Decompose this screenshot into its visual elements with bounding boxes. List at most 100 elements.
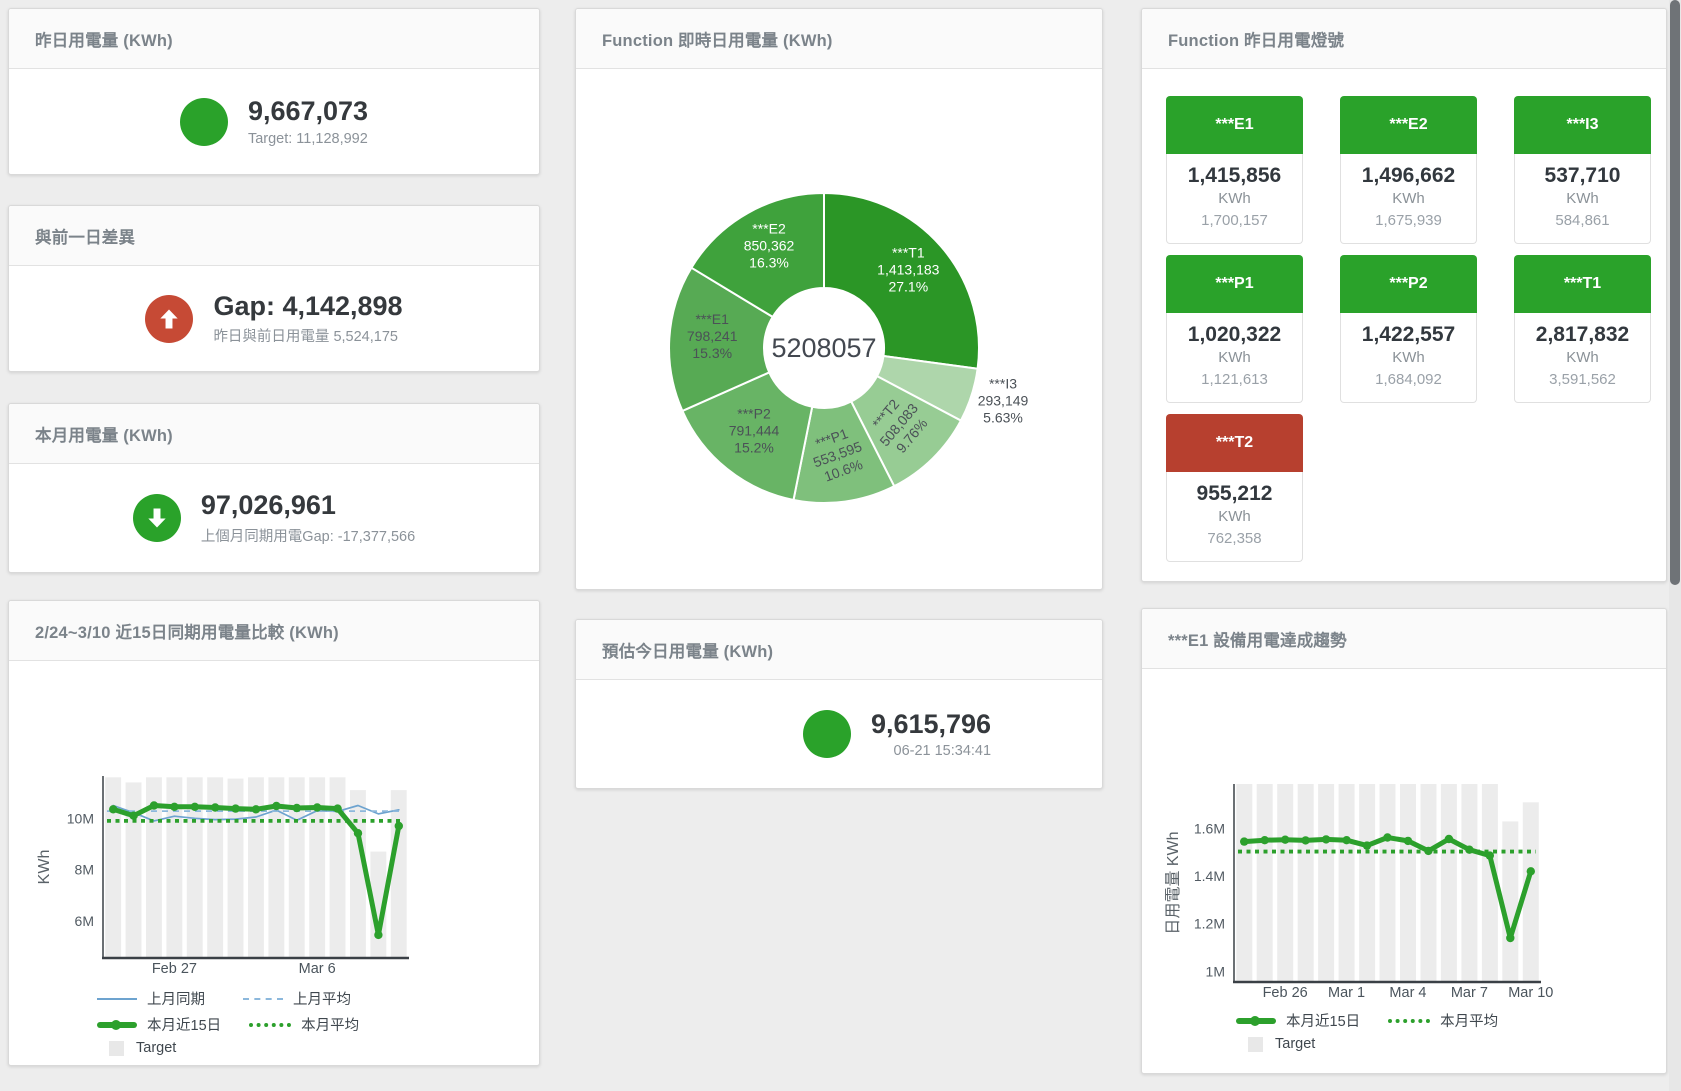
- scrollbar-track[interactable]: [1669, 0, 1681, 1091]
- tile-unit: KWh: [1519, 188, 1646, 210]
- target-swatch-icon: [1248, 1037, 1263, 1052]
- panel-estimate-today: 預估今日用電量 (KWh) 9,615,796 06-21 15:34:41: [575, 619, 1103, 789]
- green-line-swatch-icon: [97, 1022, 137, 1028]
- panel-lights: Function 昨日用電燈號 ***E1 1,415,856 KWh 1,70…: [1141, 8, 1667, 582]
- panel-header: 與前一日差異: [9, 206, 539, 266]
- svg-text:27.1%: 27.1%: [888, 278, 928, 294]
- kpi-subtitle: 昨日與前日用電量 5,524,175: [213, 325, 402, 346]
- svg-text:Mar 10: Mar 10: [1508, 985, 1553, 1001]
- svg-text:1.2M: 1.2M: [1194, 916, 1225, 932]
- panel-title: 預估今日用電量 (KWh): [602, 638, 773, 662]
- tile-target: 584,861: [1519, 210, 1646, 232]
- kpi-value: 9,667,073: [248, 96, 368, 127]
- lights-grid: ***E1 1,415,856 KWh 1,700,157 ***E2 1,49…: [1166, 96, 1651, 562]
- legend-row: 本月近15日 本月平均: [97, 1014, 367, 1035]
- legend-item: 本月近15日: [97, 1014, 221, 1035]
- panel-title: Function 昨日用電燈號: [1168, 27, 1344, 51]
- scrollbar-thumb[interactable]: [1670, 0, 1680, 585]
- legend-row: Target: [1236, 1036, 1506, 1052]
- chart-legend: 本月近15日 本月平均 Target: [1236, 1010, 1506, 1052]
- tile-target: 1,700,157: [1171, 210, 1298, 232]
- panel-title: 與前一日差異: [35, 224, 135, 248]
- light-tile-i3: ***I3 537,710 KWh 584,861: [1514, 96, 1651, 244]
- tile-value: 1,020,322: [1171, 322, 1298, 347]
- panel-title: Function 即時日用電量 (KWh): [602, 27, 833, 51]
- tile-unit: KWh: [1171, 188, 1298, 210]
- status-circle-icon: [803, 710, 851, 758]
- panel-header: 預估今日用電量 (KWh): [576, 620, 1102, 680]
- tile-header: ***T2: [1166, 414, 1303, 472]
- tile-unit: KWh: [1171, 347, 1298, 369]
- status-circle-icon: [180, 98, 228, 146]
- legend-label: 本月近15日: [1286, 1010, 1360, 1031]
- svg-text:15.2%: 15.2%: [734, 439, 774, 455]
- light-tile-p1: ***P1 1,020,322 KWh 1,121,613: [1166, 255, 1303, 403]
- tile-value: 537,710: [1519, 163, 1646, 188]
- tile-unit: KWh: [1171, 506, 1298, 528]
- arrow-down-icon: [133, 494, 181, 542]
- kpi-row: 9,667,073 Target: 11,128,992: [9, 69, 539, 174]
- svg-text:日用電量 KWh: 日用電量 KWh: [1165, 831, 1182, 934]
- tile-target: 1,121,613: [1171, 369, 1298, 391]
- legend-label: Target: [136, 1040, 176, 1056]
- panel-title: ***E1 設備用電達成趨勢: [1168, 627, 1347, 651]
- svg-text:***I3: ***I3: [989, 376, 1017, 392]
- kpi-row: 9,615,796 06-21 15:34:41: [634, 680, 1160, 788]
- green-dotted-swatch-icon: [249, 1023, 291, 1027]
- svg-text:1.6M: 1.6M: [1194, 821, 1225, 837]
- light-tile-e1: ***E1 1,415,856 KWh 1,700,157: [1166, 96, 1303, 244]
- tile-header: ***I3: [1514, 96, 1651, 154]
- svg-text:Feb 27: Feb 27: [152, 961, 197, 977]
- panel-month-usage: 本月用電量 (KWh) 97,026,961 上個月同期用電Gap: -17,3…: [8, 403, 540, 573]
- kpi-text: 97,026,961 上個月同期用電Gap: -17,377,566: [201, 490, 415, 545]
- svg-text:293,149: 293,149: [978, 393, 1029, 409]
- legend-label: 本月平均: [301, 1014, 359, 1035]
- panel-body: 1M1.2M1.4M1.6MFeb 26Mar 1Mar 4Mar 7Mar 1…: [1142, 669, 1666, 1073]
- target-swatch-icon: [109, 1041, 124, 1056]
- panel-body: 97,026,961 上個月同期用電Gap: -17,377,566: [9, 464, 539, 572]
- panel-header: Function 即時日用電量 (KWh): [576, 9, 1102, 69]
- tile-value: 1,496,662: [1345, 163, 1472, 188]
- panel-title: 昨日用電量 (KWh): [35, 27, 173, 51]
- tile-value: 1,415,856: [1171, 163, 1298, 188]
- arrow-up-icon: [145, 295, 193, 343]
- legend-row: Target: [97, 1040, 367, 1056]
- kpi-subtitle: Target: 11,128,992: [248, 131, 368, 147]
- kpi-text: 9,667,073 Target: 11,128,992: [248, 96, 368, 146]
- legend-item: Target: [97, 1040, 215, 1056]
- svg-text:5208057: 5208057: [771, 333, 876, 363]
- legend-item: 上月同期: [97, 988, 215, 1009]
- tile-target: 1,675,939: [1345, 210, 1472, 232]
- legend-item: 本月平均: [249, 1014, 367, 1035]
- svg-text:KWh: KWh: [36, 850, 53, 885]
- panel-realtime-donut: Function 即時日用電量 (KWh) ***T11,413,18327.1…: [575, 8, 1103, 590]
- blue-line-swatch-icon: [97, 998, 137, 1000]
- tile-unit: KWh: [1519, 347, 1646, 369]
- legend-label: 上月同期: [147, 988, 205, 1009]
- tile-target: 1,684,092: [1345, 369, 1472, 391]
- tile-header: ***E1: [1166, 96, 1303, 154]
- light-tile-t2: ***T2 955,212 KWh 762,358: [1166, 414, 1303, 562]
- svg-text:6M: 6M: [75, 913, 94, 929]
- svg-text:Feb 26: Feb 26: [1263, 985, 1308, 1001]
- tile-header: ***T1: [1514, 255, 1651, 313]
- kpi-text: 9,615,796 06-21 15:34:41: [871, 709, 991, 759]
- tile-value: 1,422,557: [1345, 322, 1472, 347]
- kpi-row: 97,026,961 上個月同期用電Gap: -17,377,566: [9, 464, 539, 572]
- light-tile-p2: ***P2 1,422,557 KWh 1,684,092: [1340, 255, 1477, 403]
- svg-text:***E1: ***E1: [695, 311, 729, 327]
- panel-header: ***E1 設備用電達成趨勢: [1142, 609, 1666, 669]
- panel-title: 本月用電量 (KWh): [35, 422, 173, 446]
- tile-value: 2,817,832: [1519, 322, 1646, 347]
- panel-body: Gap: 4,142,898 昨日與前日用電量 5,524,175: [9, 266, 539, 371]
- kpi-value: 97,026,961: [201, 490, 415, 521]
- legend-label: 本月平均: [1440, 1010, 1498, 1031]
- legend-item: 本月平均: [1388, 1010, 1506, 1031]
- tile-body: 537,710 KWh 584,861: [1514, 154, 1651, 244]
- svg-text:1M: 1M: [1206, 963, 1225, 979]
- svg-text:***T1: ***T1: [892, 244, 925, 260]
- tile-value: 955,212: [1171, 481, 1298, 506]
- svg-text:5.63%: 5.63%: [983, 410, 1023, 426]
- svg-text:850,362: 850,362: [744, 237, 795, 253]
- svg-text:791,444: 791,444: [729, 422, 780, 438]
